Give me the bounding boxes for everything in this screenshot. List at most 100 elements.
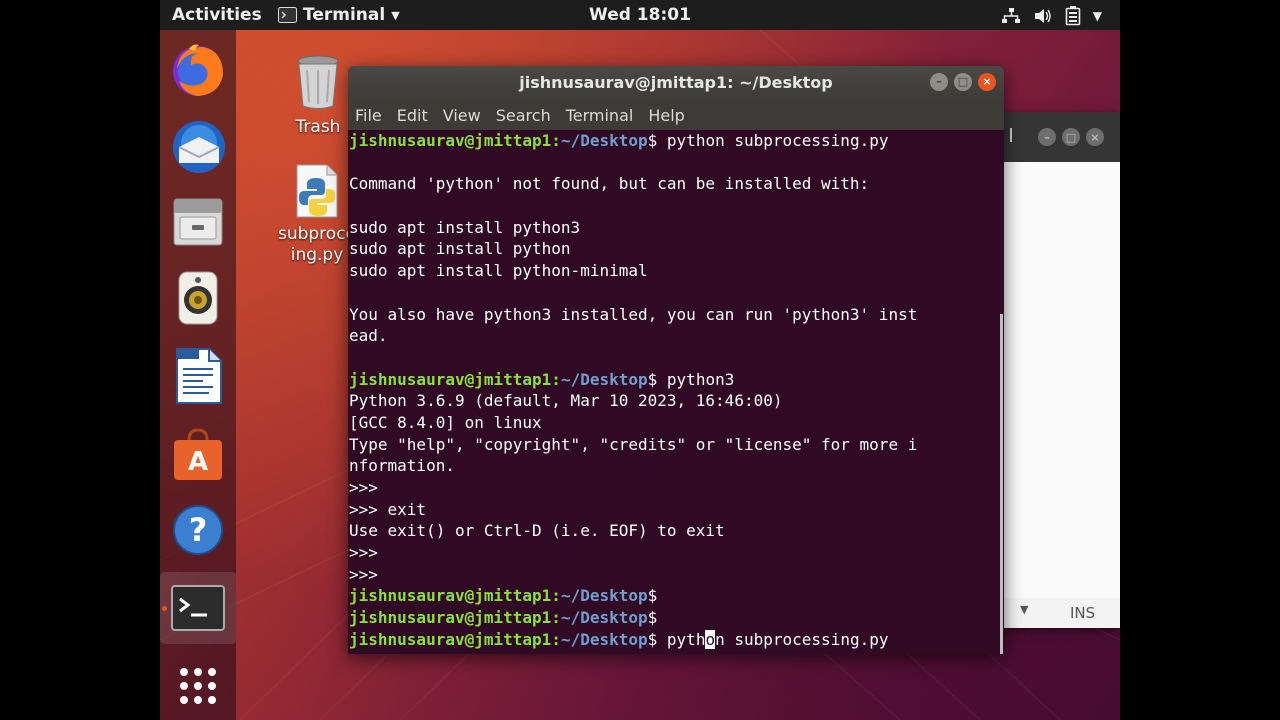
dock-thunderbird[interactable]	[160, 110, 236, 182]
terminal-prompt-line: jishnusaurav@jmittap1:~/Desktop$	[349, 607, 989, 629]
background-window-titlebar[interactable]: – □ ×	[998, 112, 1120, 162]
command-text-after-cursor: n subprocessing.py	[715, 629, 889, 649]
terminal-scrollbar[interactable]	[1000, 130, 1004, 654]
terminal-window[interactable]: jishnusaurav@jmittap1: ~/Desktop – □ × F…	[348, 66, 1004, 654]
prompt-user: jishnusaurav@jmittap1	[349, 131, 552, 150]
menu-view[interactable]: View	[443, 106, 481, 125]
prompt-separator: :	[551, 369, 561, 389]
prompt-user: jishnusaurav@jmittap1	[349, 369, 552, 389]
dock: A ?	[160, 30, 236, 720]
prompt-path: ~/Desktop	[560, 369, 648, 389]
terminal-output-line: You also have python3 installed, you can…	[349, 304, 918, 324]
close-icon[interactable]: ×	[978, 73, 996, 91]
terminal-output-line: >>> exit	[349, 499, 427, 519]
prompt-user: jishnusaurav@jmittap1	[349, 586, 552, 606]
help-icon: ?	[173, 505, 223, 555]
prompt-dollar: $	[647, 131, 658, 150]
top-bar: Activities Terminal ▼ Wed 18:01 ▼	[160, 0, 1120, 30]
svg-text:A: A	[188, 447, 208, 477]
maximize-icon[interactable]: □	[954, 73, 972, 91]
terminal-titlebar[interactable]: jishnusaurav@jmittap1: ~/Desktop – □ ×	[348, 66, 1004, 100]
writer-icon	[176, 348, 222, 404]
menu-help[interactable]: Help	[648, 106, 684, 125]
activities-button[interactable]: Activities	[172, 5, 262, 25]
prompt-separator: :	[551, 131, 561, 150]
prompt-dollar: $	[647, 586, 658, 606]
prompt-user: jishnusaurav@jmittap1	[349, 608, 552, 628]
battery-icon[interactable]	[1065, 6, 1081, 26]
terminal-menubar: File Edit View Search Terminal Help	[348, 100, 1004, 130]
dock-terminal[interactable]	[160, 572, 236, 644]
trash-label: Trash	[295, 117, 341, 137]
background-window[interactable]: – □ × ▼ INS	[998, 112, 1120, 628]
prompt-path: ~/Desktop	[560, 131, 648, 150]
chevron-down-icon: ▼	[391, 8, 400, 22]
terminal-prompt-line: jishnusaurav@jmittap1:~/Desktop$ python3	[349, 369, 989, 391]
desktop-trash[interactable]: Trash	[288, 54, 348, 137]
scrollbar-thumb[interactable]	[1000, 314, 1003, 654]
terminal-output[interactable]: jishnusaurav@jmittap1:~/Desktop$ python …	[348, 130, 989, 654]
terminal-icon	[171, 585, 225, 631]
prompt-path: ~/Desktop	[560, 608, 648, 628]
svg-text:?: ?	[189, 511, 208, 549]
desktop: Activities Terminal ▼ Wed 18:01 ▼ A ? Tr…	[160, 0, 1120, 720]
terminal-output-line: >>>	[349, 478, 378, 497]
chevron-down-icon[interactable]: ▼	[1020, 603, 1028, 616]
maximize-icon[interactable]: □	[1062, 128, 1080, 146]
terminal-output-line: Use exit() or Ctrl-D (i.e. EOF) to exit	[349, 521, 725, 541]
terminal-output-line: Python 3.6.9 (default, Mar 10 2023, 16:4…	[349, 391, 783, 411]
menu-file[interactable]: File	[355, 106, 382, 125]
clock[interactable]: Wed 18:01	[589, 5, 691, 25]
show-apps-icon	[180, 668, 216, 704]
menu-terminal[interactable]: Terminal	[566, 106, 634, 125]
terminal-output-line: Type "help", "copyright", "credits" or "…	[349, 434, 918, 454]
menu-search[interactable]: Search	[496, 106, 551, 125]
terminal-output-line: Command 'python' not found, but can be i…	[349, 174, 870, 194]
prompt-dollar: $	[647, 629, 658, 649]
prompt-path: ~/Desktop	[560, 586, 648, 606]
dock-rhythmbox[interactable]	[160, 262, 236, 334]
command-text: pyth	[657, 629, 706, 649]
insert-mode-indicator: INS	[1070, 604, 1096, 622]
dock-software[interactable]: A	[160, 418, 236, 490]
terminal-output-line: sudo apt install python	[349, 239, 571, 259]
terminal-small-icon	[278, 7, 297, 23]
software-icon: A	[174, 428, 222, 480]
dock-help[interactable]: ?	[160, 494, 236, 566]
status-bar: ▼ INS	[998, 598, 1120, 628]
menu-edit[interactable]: Edit	[397, 106, 428, 125]
dock-writer[interactable]	[160, 340, 236, 412]
app-menu-label: Terminal	[303, 5, 386, 25]
command-text: python3	[657, 369, 735, 389]
system-tray[interactable]: ▼	[1001, 6, 1102, 26]
volume-icon[interactable]	[1033, 7, 1053, 25]
dock-firefox[interactable]	[160, 34, 236, 106]
terminal-output-line: ead.	[349, 326, 388, 346]
prompt-separator: :	[551, 586, 561, 606]
terminal-output-line: >>>	[349, 543, 378, 563]
dock-show-apps[interactable]	[160, 650, 236, 720]
terminal-prompt-line: jishnusaurav@jmittap1:~/Desktop$	[349, 585, 989, 607]
running-indicator	[162, 606, 167, 611]
prompt-dollar: $	[647, 369, 658, 389]
trash-icon	[297, 55, 339, 109]
terminal-output-line: sudo apt install python-minimal	[349, 261, 648, 281]
terminal-prompt-line: jishnusaurav@jmittap1:~/Desktop$ python …	[349, 629, 989, 651]
minimize-icon[interactable]: –	[930, 73, 948, 91]
minimize-icon[interactable]: –	[1038, 128, 1056, 146]
python-file-icon	[296, 164, 338, 218]
dock-files[interactable]	[160, 186, 236, 258]
app-menu[interactable]: Terminal ▼	[278, 5, 400, 25]
thunderbird-icon	[173, 121, 225, 173]
prompt-separator: :	[551, 608, 561, 628]
firefox-icon	[173, 44, 223, 96]
close-icon[interactable]: ×	[1086, 128, 1104, 146]
terminal-output-line: >>>	[349, 564, 378, 584]
system-menu-icon[interactable]: ▼	[1093, 9, 1102, 23]
network-icon[interactable]	[1001, 7, 1021, 25]
prompt-separator: :	[551, 629, 561, 649]
